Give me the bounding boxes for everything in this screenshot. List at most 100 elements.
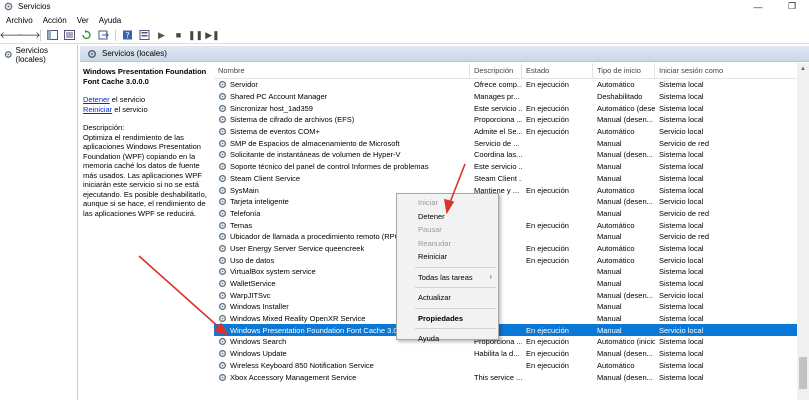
properties-icon bbox=[139, 30, 150, 40]
vertical-scrollbar[interactable]: ▲ bbox=[797, 63, 809, 400]
row-status: En ejecución bbox=[526, 325, 569, 335]
row-name-text: SysMain bbox=[230, 185, 259, 195]
table-row[interactable]: Shared PC Account Manager Manages pr... De… bbox=[214, 91, 797, 103]
list-view-button[interactable] bbox=[64, 30, 75, 41]
table-row[interactable]: Windows Presentation Foundation Font Cac… bbox=[214, 324, 797, 337]
table-row[interactable]: User Energy Server Service queencreek En … bbox=[214, 243, 797, 255]
row-name-text: SMP de Espacios de almacenamiento de Mic… bbox=[230, 138, 400, 148]
maximize-button[interactable]: ❐ bbox=[775, 0, 809, 13]
row-name-text: Ubicador de llamada a procedimiento remo… bbox=[230, 232, 403, 242]
column-header-description[interactable]: Descripción bbox=[470, 62, 522, 79]
start-service-button[interactable]: ▶ bbox=[156, 30, 167, 41]
table-row[interactable]: Sistema de cifrado de archivos (EFS) Prop… bbox=[214, 114, 797, 126]
context-menu-item-reanudar: Reanudar bbox=[397, 237, 498, 251]
context-menu-item-actualizar[interactable]: Actualizar bbox=[397, 291, 498, 305]
scroll-up-icon[interactable]: ▲ bbox=[797, 63, 809, 74]
row-name: Servidor bbox=[214, 80, 470, 89]
context-menu-item-todas-las-tareas[interactable]: Todas las tareas › bbox=[397, 271, 498, 285]
forward-button[interactable]: 🡒 bbox=[16, 30, 40, 41]
context-menu-item-ayuda[interactable]: Ayuda bbox=[397, 332, 498, 346]
row-startup-type: Manual bbox=[597, 138, 622, 148]
row-startup-type: Manual bbox=[597, 302, 622, 312]
menu-ver[interactable]: Ver bbox=[77, 16, 89, 25]
pause-service-button[interactable]: ❚❚ bbox=[188, 30, 203, 41]
row-name: Sistema de eventos COM+ bbox=[214, 127, 470, 136]
table-row[interactable]: WalletService Manual Sistema local bbox=[214, 278, 797, 290]
console-tree-button[interactable] bbox=[47, 30, 58, 41]
table-row[interactable]: Xbox Accessory Management Service This se… bbox=[214, 371, 797, 383]
table-row[interactable]: Ubicador de llamada a procedimiento remo… bbox=[214, 231, 797, 243]
row-startup-type: Automático bbox=[597, 80, 635, 90]
window-title: Servicios bbox=[18, 2, 51, 11]
play-icon: ▶ bbox=[158, 29, 165, 40]
context-menu-item-propiedades[interactable]: Propiedades bbox=[397, 312, 498, 326]
description-body: Optimiza el rendimiento de las aplicacio… bbox=[83, 132, 207, 218]
context-menu-item-detener[interactable]: Detener bbox=[397, 210, 498, 224]
export-icon bbox=[98, 30, 109, 40]
row-name-text: Windows Installer bbox=[230, 302, 289, 312]
properties-button[interactable] bbox=[139, 30, 150, 41]
back-button[interactable]: 🡐 bbox=[0, 30, 24, 41]
menu-item-label: Todas las tareas bbox=[418, 272, 473, 282]
table-row[interactable]: Uso de datos En ejecución Automático Servic… bbox=[214, 254, 797, 266]
restart-service-button[interactable]: ▶❚ bbox=[205, 30, 219, 41]
scrollbar-thumb[interactable] bbox=[799, 357, 807, 389]
table-row[interactable]: SysMain Mantiene y ... En ejecución Automát… bbox=[214, 184, 797, 196]
stop-service-link[interactable]: Detener bbox=[83, 95, 110, 104]
column-header-startup-type[interactable]: Tipo de inicio bbox=[593, 62, 655, 79]
gear-icon bbox=[218, 92, 227, 101]
table-row[interactable]: Sincronizar host_1ad359 Este servicio ...… bbox=[214, 102, 797, 114]
row-log-on-as: Sistema local bbox=[659, 162, 704, 172]
row-startup-type: Automático bbox=[597, 220, 635, 230]
table-row[interactable]: SMP de Espacios de almacenamiento de Mic… bbox=[214, 137, 797, 149]
help-button[interactable]: ? bbox=[122, 30, 133, 41]
refresh-icon bbox=[82, 30, 91, 40]
toolbar: 🡐 🡒 ? ▶ ■ ❚❚ ▶❚ bbox=[0, 27, 809, 44]
table-row[interactable]: Solicitante de instantáneas de volumen d… bbox=[214, 149, 797, 161]
row-log-on-as: Sistema local bbox=[659, 185, 704, 195]
menu-item-label: Actualizar bbox=[418, 293, 451, 303]
table-row[interactable]: Sistema de eventos COM+ Admite el Se... En… bbox=[214, 126, 797, 138]
context-menu-item-reiniciar[interactable]: Reiniciar bbox=[397, 250, 498, 264]
column-header-status[interactable]: Estado bbox=[522, 62, 593, 79]
table-row[interactable]: Wireless Keyboard 850 Notification Servi… bbox=[214, 360, 797, 372]
table-row[interactable]: Soporte técnico del panel de control Inf… bbox=[214, 161, 797, 173]
gear-icon bbox=[218, 139, 227, 147]
row-startup-type: Automático bbox=[597, 127, 635, 137]
menu-ayuda[interactable]: Ayuda bbox=[99, 16, 122, 25]
stop-service-button[interactable]: ■ bbox=[173, 30, 184, 41]
table-row[interactable]: WarpJITSvc...obManual (desen...Servicio … bbox=[214, 289, 797, 301]
row-status: En ejecución bbox=[526, 185, 569, 195]
table-row[interactable]: VirtualBox system service Manual Sistema l… bbox=[214, 266, 797, 278]
table-row[interactable]: Windows Search Proporciona ... En ejecució… bbox=[214, 336, 797, 348]
menu-item-label: Pausar bbox=[418, 225, 442, 235]
table-row[interactable]: Servidor Ofrece comp... En ejecución Automá… bbox=[214, 79, 797, 91]
table-row[interactable]: Steam Client Service Steam Client ... Manu… bbox=[214, 173, 797, 185]
forward-arrow-icon: 🡒 bbox=[16, 29, 41, 40]
menu-archivo[interactable]: Archivo bbox=[6, 16, 33, 25]
table-row[interactable]: Tarjeta inteligente Manual (desen... Servi… bbox=[214, 196, 797, 208]
restart-service-link[interactable]: Reiniciar bbox=[83, 105, 112, 114]
submenu-arrow-icon: › bbox=[489, 273, 492, 281]
gear-icon bbox=[4, 51, 12, 58]
row-name: Windows Update bbox=[214, 349, 470, 358]
row-status: En ejecución bbox=[526, 337, 569, 347]
row-startup-type: Manual bbox=[597, 267, 622, 277]
table-row[interactable]: Windows Update Habilita la d... En ejecuci… bbox=[214, 348, 797, 360]
row-name: Steam Client Service bbox=[214, 174, 470, 183]
table-row[interactable]: Windows Installer...ic...ManualSistema l… bbox=[214, 301, 797, 313]
tree-item-services-local[interactable]: Servicios (locales) bbox=[0, 46, 77, 64]
table-row[interactable]: Telefonía Manual Servicio de red bbox=[214, 208, 797, 220]
row-status: En ejecución bbox=[526, 103, 569, 113]
row-name-text: WarpJITSvc bbox=[230, 290, 271, 300]
export-button[interactable] bbox=[98, 30, 109, 41]
minimize-button[interactable]: — bbox=[741, 0, 775, 13]
context-menu-item-pausar: Pausar bbox=[397, 223, 498, 237]
menu-accion[interactable]: Acción bbox=[43, 16, 67, 25]
list-view-icon bbox=[64, 30, 75, 40]
refresh-button[interactable] bbox=[81, 30, 92, 41]
column-header-name[interactable]: Nombre bbox=[214, 62, 470, 79]
table-row[interactable]: Windows Mixed Reality OpenXR Service...X… bbox=[214, 313, 797, 325]
table-row[interactable]: Temas En ejecución Automático Sistema local bbox=[214, 219, 797, 231]
column-header-log-on-as[interactable]: Iniciar sesión como bbox=[655, 63, 797, 79]
